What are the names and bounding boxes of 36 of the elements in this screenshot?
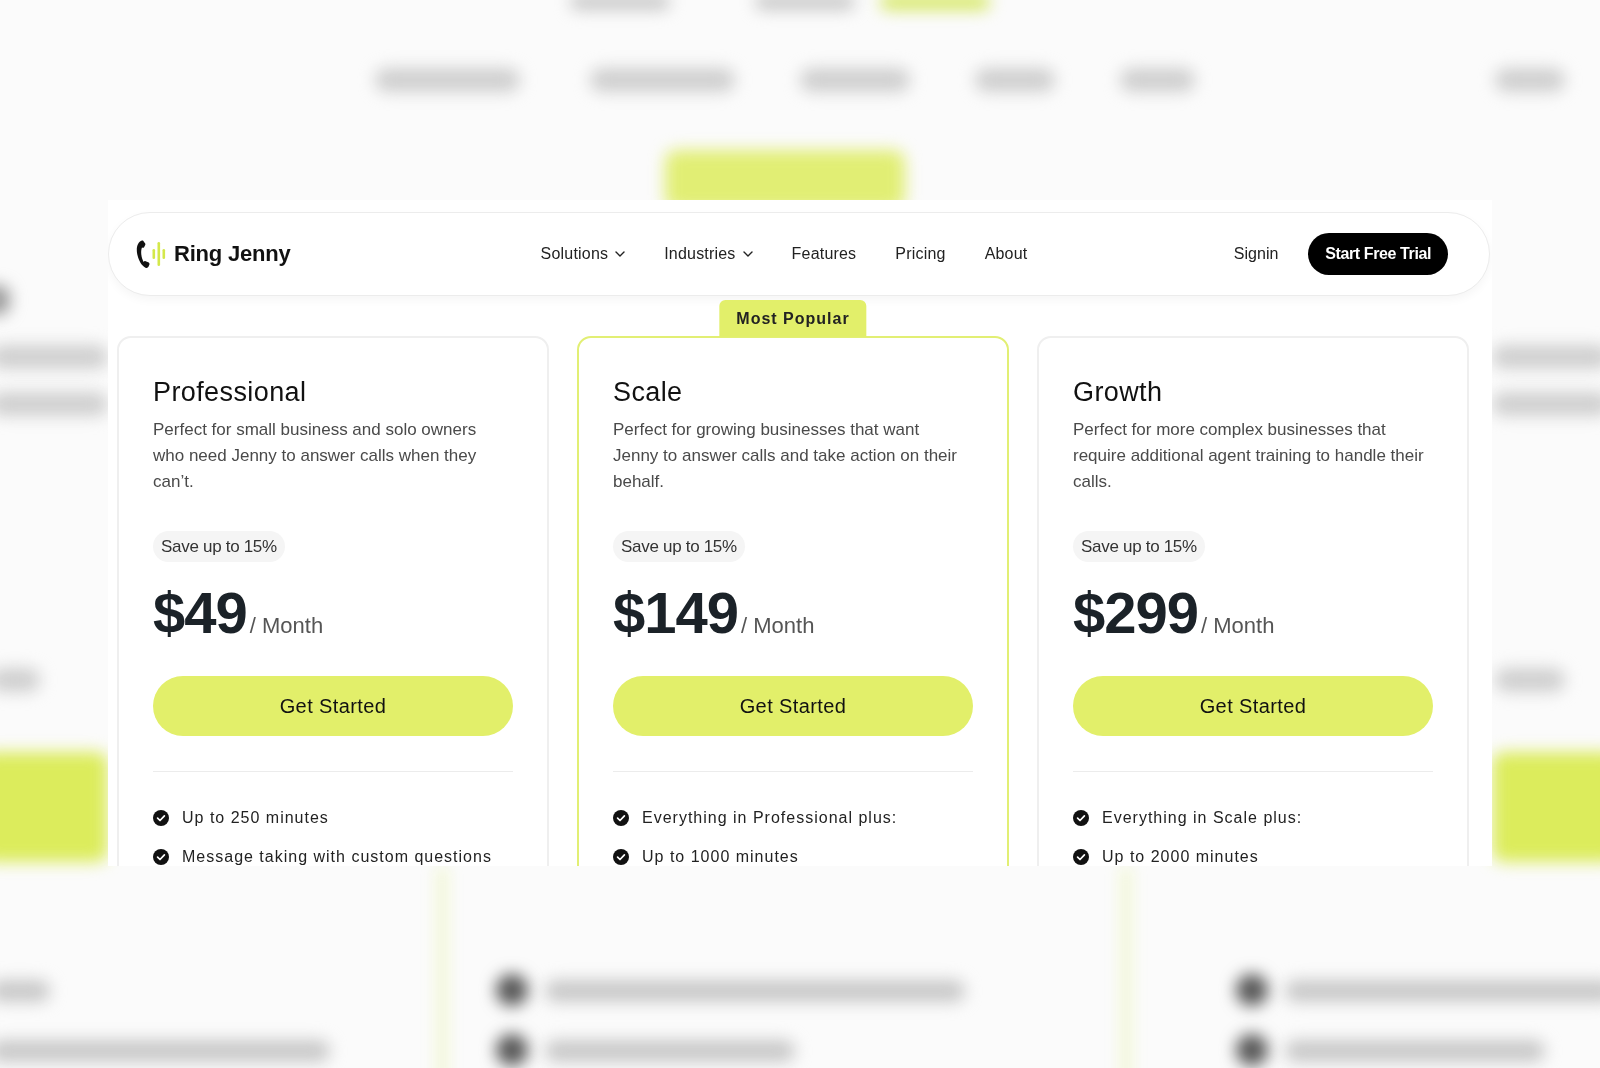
feature-text: Everything in Professional plus: bbox=[642, 809, 898, 827]
savings-tag: Save up to 15% bbox=[153, 531, 285, 562]
feature-text: Message taking with custom questions bbox=[182, 848, 492, 866]
check-circle-icon bbox=[153, 810, 169, 826]
check-circle-icon bbox=[1073, 810, 1089, 826]
plan-price: $49 bbox=[153, 582, 247, 644]
plan-description: Perfect for small business and solo owners who need Jenny to answer calls when they can’t. bbox=[153, 419, 478, 493]
signin-link[interactable]: Signin bbox=[1233, 245, 1279, 263]
billing-period: / Month bbox=[1201, 613, 1275, 639]
plan-name: Professional bbox=[153, 376, 308, 408]
feature-text: Up to 250 minutes bbox=[182, 809, 329, 827]
get-started-button[interactable]: Get Started bbox=[153, 676, 513, 736]
savings-tag: Save up to 15% bbox=[613, 531, 745, 562]
popular-plan-ribbon: Most Popular bbox=[719, 300, 867, 337]
feature-text: Everything in Scale plus: bbox=[1102, 809, 1303, 827]
plan-name: Growth bbox=[1073, 376, 1164, 408]
plan-name: Scale bbox=[613, 376, 684, 408]
nav-link[interactable]: Solutions bbox=[540, 245, 626, 263]
plan-description: Perfect for growing businesses that want Jenny to answer calls and take action on their behalf. bbox=[613, 419, 958, 493]
nav-link[interactable]: Features bbox=[791, 245, 857, 263]
feature-text: Up to 1000 minutes bbox=[642, 848, 799, 866]
get-started-button[interactable]: Get Started bbox=[1073, 676, 1433, 736]
billing-period: / Month bbox=[249, 613, 324, 639]
feature-text: Up to 2000 minutes bbox=[1102, 848, 1259, 866]
plan-price: $149 bbox=[613, 582, 739, 644]
plan-price: $299 bbox=[1073, 582, 1199, 644]
start-free-trial-button[interactable]: Start Free Trial bbox=[1308, 233, 1448, 275]
nav-link[interactable]: Pricing bbox=[895, 245, 946, 263]
brand-name: Ring Jenny bbox=[174, 241, 291, 267]
get-started-button[interactable]: Get Started bbox=[613, 676, 973, 736]
check-circle-icon bbox=[613, 810, 629, 826]
savings-tag: Save up to 15% bbox=[1073, 531, 1205, 562]
plan-description: Perfect for more complex businesses that require additional agent training to handle their calls. bbox=[1073, 419, 1425, 493]
nav-link[interactable]: About bbox=[984, 245, 1028, 263]
billing-period: / Month bbox=[741, 613, 815, 639]
nav-link[interactable]: Industries bbox=[664, 245, 753, 263]
